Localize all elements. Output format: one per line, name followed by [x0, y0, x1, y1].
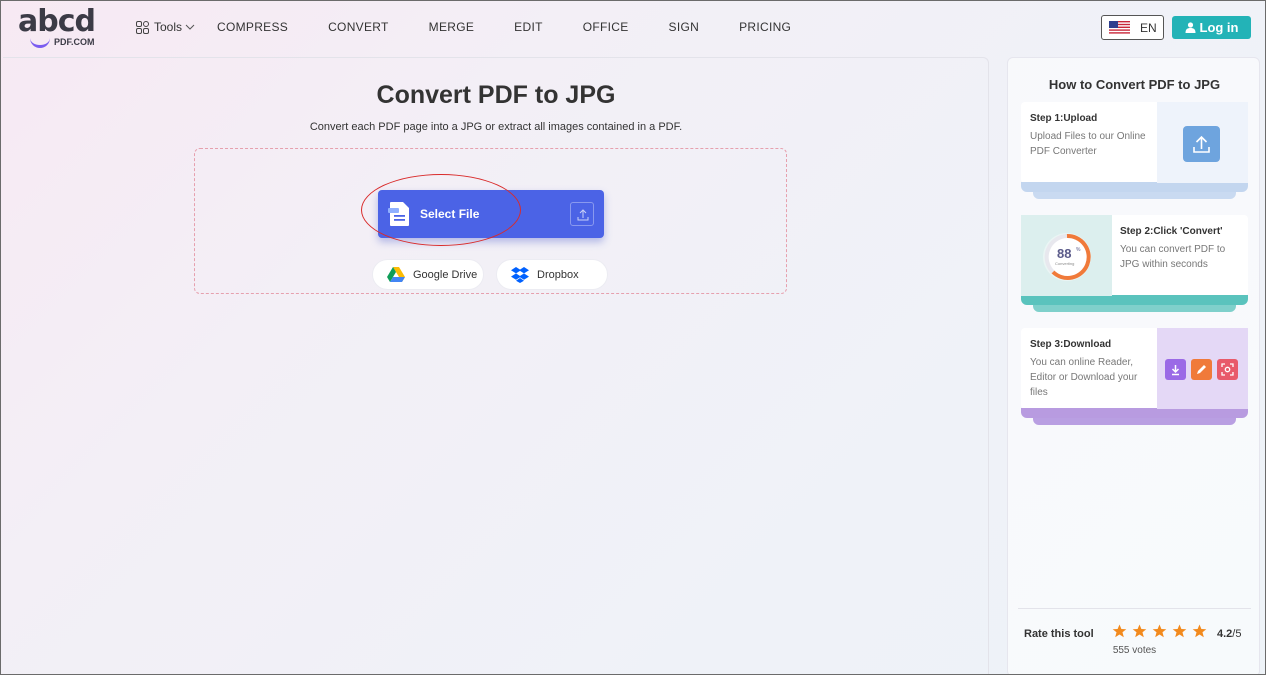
rating-score: 4.2/5 — [1217, 628, 1241, 640]
step-description: Upload Files to our Online PDF Converter — [1030, 131, 1146, 157]
site-logo[interactable]: abcd PDF.COM — [18, 4, 104, 48]
login-button[interactable]: Log in — [1172, 16, 1251, 39]
download-icon — [1165, 359, 1186, 380]
step-card-download: Step 3:Download You can online Reader, E… — [1021, 328, 1248, 425]
star-icon[interactable] — [1152, 624, 1167, 638]
nav-edit[interactable]: EDIT — [514, 20, 543, 34]
card-base — [1021, 295, 1248, 305]
step-illustration — [1157, 328, 1248, 409]
card-base — [1021, 408, 1248, 418]
logo-wordmark: abcd — [18, 4, 96, 39]
logo-smile-icon — [30, 38, 50, 48]
browser-frame: abcd PDF.COM Tools COMPRESS CONVERT MERG… — [0, 0, 1266, 675]
upload-dropdown[interactable] — [570, 202, 594, 226]
page-title: Convert PDF to JPG — [376, 81, 616, 109]
dropbox-icon — [511, 266, 529, 283]
how-to-panel: How to Convert PDF to JPG Step 1:Upload … — [1007, 57, 1260, 674]
star-icon[interactable] — [1132, 624, 1147, 638]
step-heading: Step 3:Download — [1030, 339, 1112, 350]
main-panel: Convert PDF to JPG Convert each PDF page… — [3, 57, 989, 674]
chevron-down-icon — [185, 24, 195, 30]
star-icon[interactable] — [1192, 624, 1207, 638]
dropbox-button[interactable]: Dropbox — [496, 259, 608, 290]
file-dropzone[interactable]: Select File Google Drive Dropbox — [194, 148, 787, 294]
nav-convert[interactable]: CONVERT — [328, 20, 389, 34]
dropbox-label: Dropbox — [537, 268, 579, 281]
tools-label: Tools — [154, 20, 183, 34]
nav-office[interactable]: OFFICE — [583, 20, 629, 34]
top-navbar: abcd PDF.COM Tools COMPRESS CONVERT MERG… — [2, 2, 1265, 52]
nav-compress[interactable]: COMPRESS — [217, 20, 288, 34]
nav-merge[interactable]: MERGE — [429, 20, 475, 34]
ocr-icon — [1217, 359, 1238, 380]
google-drive-icon — [387, 266, 405, 282]
upload-icon — [1183, 126, 1220, 162]
google-drive-button[interactable]: Google Drive — [372, 259, 484, 290]
card-base — [1021, 182, 1248, 192]
divider — [1018, 608, 1251, 609]
rating-votes: 555 votes — [1112, 645, 1157, 656]
nav-sign[interactable]: SIGN — [669, 20, 700, 34]
annotation-ellipse — [361, 174, 521, 246]
main-nav: Tools COMPRESS CONVERT MERGE EDIT OFFICE… — [136, 2, 791, 52]
step-illustration: 88 % Converting — [1021, 215, 1112, 296]
language-selector[interactable]: EN — [1101, 15, 1164, 40]
progress-value: 88 — [1057, 246, 1072, 261]
tools-grid-icon — [136, 20, 149, 34]
rating-max: /5 — [1232, 628, 1242, 640]
star-icon[interactable] — [1112, 624, 1127, 638]
login-label: Log in — [1199, 20, 1239, 35]
rating-stars[interactable] — [1112, 624, 1212, 638]
tools-menu[interactable]: Tools — [136, 20, 195, 34]
how-to-title: How to Convert PDF to JPG — [1048, 77, 1221, 92]
step-description: You can convert PDF to JPG within second… — [1120, 244, 1226, 270]
step-card-upload: Step 1:Upload Upload Files to our Online… — [1021, 102, 1248, 199]
language-code: EN — [1140, 20, 1157, 35]
us-flag-icon — [1109, 21, 1130, 34]
page-subtitle: Convert each PDF page into a JPG or extr… — [309, 121, 683, 133]
rating-value: 4.2 — [1217, 628, 1233, 640]
step-heading: Step 1:Upload — [1030, 113, 1098, 124]
star-icon[interactable] — [1172, 624, 1187, 638]
upload-icon — [577, 209, 589, 221]
rate-label: Rate this tool — [1024, 628, 1094, 640]
google-drive-label: Google Drive — [413, 268, 478, 281]
edit-icon — [1191, 359, 1212, 380]
step-heading: Step 2:Click 'Convert' — [1120, 226, 1223, 237]
step-card-convert: 88 % Converting Step 2:Click 'Convert' Y… — [1021, 215, 1248, 312]
progress-unit: % — [1076, 247, 1081, 253]
user-icon — [1185, 22, 1195, 33]
logo-domain: PDF.COM — [54, 37, 95, 47]
step-illustration — [1157, 102, 1248, 183]
step-description: You can online Reader, Editor or Downloa… — [1030, 357, 1138, 398]
nav-pricing[interactable]: PRICING — [739, 20, 791, 34]
progress-label: Converting — [1055, 261, 1075, 266]
